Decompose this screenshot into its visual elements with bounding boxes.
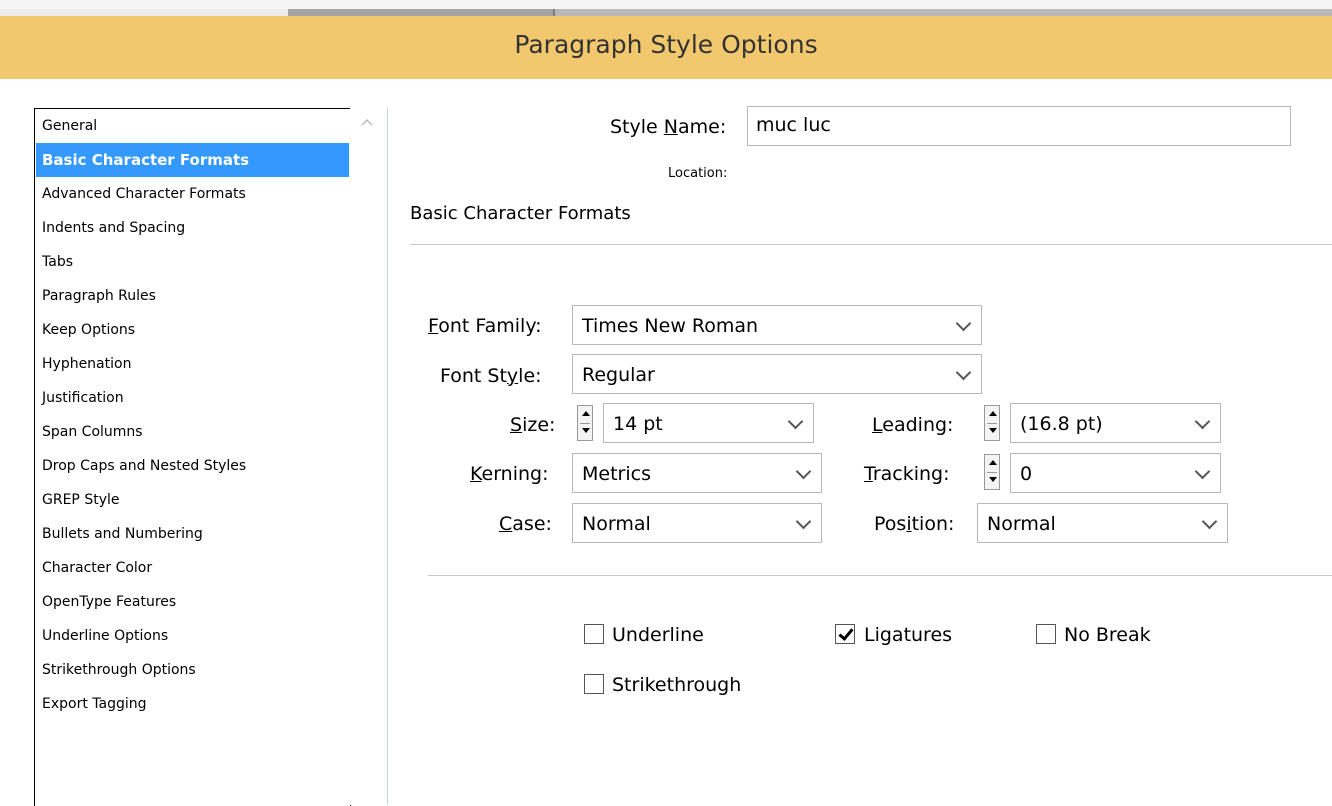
sidebar-item-span-columns[interactable]: Span Columns [36, 415, 349, 449]
stepper-up-button[interactable] [580, 406, 590, 424]
sidebar-item-strikethrough-options[interactable]: Strikethrough Options [36, 653, 349, 687]
size-dropdown[interactable]: 14 pt [603, 403, 814, 443]
sidebar-item-keep-options[interactable]: Keep Options [36, 313, 349, 347]
chevron-down-icon [1194, 413, 1211, 430]
case-label: Case: [499, 513, 552, 535]
chevron-down-icon [795, 463, 812, 480]
top-strip-separator [553, 9, 555, 16]
ligatures-label[interactable]: Ligatures [864, 624, 952, 646]
chevron-down-icon [1194, 463, 1211, 480]
stepper-down-button[interactable] [580, 423, 590, 440]
font-style-dropdown[interactable]: Regular [572, 354, 982, 394]
kerning-label: Kerning: [470, 463, 549, 485]
sidebar-item-hyphenation[interactable]: Hyphenation [36, 347, 349, 381]
font-style-value: Regular [582, 364, 655, 386]
leading-dropdown[interactable]: (16.8 pt) [1010, 403, 1221, 443]
strikethrough-label[interactable]: Strikethrough [612, 674, 741, 696]
no-break-checkbox[interactable] [1036, 624, 1056, 644]
size-value: 14 pt [613, 413, 663, 435]
sidebar-item-bullets-and-numbering[interactable]: Bullets and Numbering [36, 517, 349, 551]
tracking-value: 0 [1020, 463, 1033, 485]
kerning-dropdown[interactable]: Metrics [572, 453, 822, 493]
section-divider [410, 244, 1332, 245]
case-value: Normal [582, 513, 651, 535]
underline-checkbox[interactable] [584, 624, 604, 644]
top-strip-segment [553, 9, 1332, 16]
caret-down-icon [989, 477, 997, 482]
caret-down-icon [582, 428, 590, 433]
scroll-up-arrow-icon[interactable] [360, 116, 374, 128]
no-break-label[interactable]: No Break [1064, 624, 1151, 646]
strikethrough-checkbox[interactable] [584, 674, 604, 694]
sidebar-item-tabs[interactable]: Tabs [36, 245, 349, 279]
sidebar-item-drop-caps[interactable]: Drop Caps and Nested Styles [36, 449, 349, 483]
dialog-title: Paragraph Style Options [514, 30, 818, 59]
size-label: Size: [510, 414, 556, 436]
sidebar-item-indents-and-spacing[interactable]: Indents and Spacing [36, 211, 349, 245]
top-strip-segment [0, 9, 288, 16]
category-list-scrollbar[interactable] [350, 108, 388, 805]
chevron-down-icon [795, 513, 812, 530]
leading-label: Leading: [872, 414, 954, 436]
stepper-down-button[interactable] [987, 423, 997, 440]
options-divider [428, 575, 1332, 576]
caret-up-icon [989, 411, 997, 416]
sidebar-item-character-color[interactable]: Character Color [36, 551, 349, 585]
style-name-label: Style Name: [610, 116, 727, 138]
style-name-input[interactable]: muc luc [747, 106, 1291, 146]
caret-up-icon [582, 411, 590, 416]
sidebar-item-opentype-features[interactable]: OpenType Features [36, 585, 349, 619]
tracking-dropdown[interactable]: 0 [1010, 453, 1221, 493]
leading-value: (16.8 pt) [1020, 413, 1103, 435]
ligatures-checkbox[interactable] [835, 624, 855, 644]
font-family-label: Font Family: [428, 315, 542, 337]
font-family-value: Times New Roman [582, 315, 759, 337]
caret-down-icon [989, 428, 997, 433]
stepper-up-button[interactable] [987, 406, 997, 424]
sidebar-item-basic-character-formats[interactable]: Basic Character Formats [36, 143, 349, 177]
position-value: Normal [987, 513, 1056, 535]
sidebar-item-export-tagging[interactable]: Export Tagging [36, 687, 349, 721]
tracking-label: Tracking: [864, 463, 950, 485]
caret-up-icon [989, 460, 997, 465]
category-list[interactable]: General Basic Character Formats Advanced… [34, 108, 351, 806]
leading-stepper[interactable] [984, 405, 1000, 441]
case-dropdown[interactable]: Normal [572, 503, 822, 543]
position-dropdown[interactable]: Normal [977, 503, 1228, 543]
top-strip-segment [288, 9, 553, 16]
font-family-dropdown[interactable]: Times New Roman [572, 305, 982, 345]
sidebar-item-general[interactable]: General [36, 109, 349, 143]
sidebar-item-advanced-character-formats[interactable]: Advanced Character Formats [36, 177, 349, 211]
kerning-value: Metrics [582, 463, 651, 485]
checkmark-icon [838, 625, 854, 641]
sidebar-item-grep-style[interactable]: GREP Style [36, 483, 349, 517]
sidebar-item-paragraph-rules[interactable]: Paragraph Rules [36, 279, 349, 313]
size-stepper[interactable] [577, 405, 593, 441]
window-top-strip [0, 0, 1332, 16]
location-label: Location: [668, 166, 728, 181]
dialog-title-bar[interactable]: Paragraph Style Options [0, 16, 1332, 79]
underline-label[interactable]: Underline [612, 624, 704, 646]
sidebar-item-underline-options[interactable]: Underline Options [36, 619, 349, 653]
stepper-up-button[interactable] [987, 455, 997, 473]
font-style-label: Font Style: [440, 365, 542, 387]
sidebar-item-justification[interactable]: Justification [36, 381, 349, 415]
chevron-down-icon [1201, 513, 1218, 530]
chevron-down-icon [955, 315, 972, 332]
position-label: Position: [874, 513, 955, 535]
tracking-stepper[interactable] [984, 454, 1000, 490]
chevron-down-icon [955, 364, 972, 381]
stepper-down-button[interactable] [987, 472, 997, 489]
chevron-down-icon [787, 413, 804, 430]
section-title: Basic Character Formats [410, 203, 631, 224]
